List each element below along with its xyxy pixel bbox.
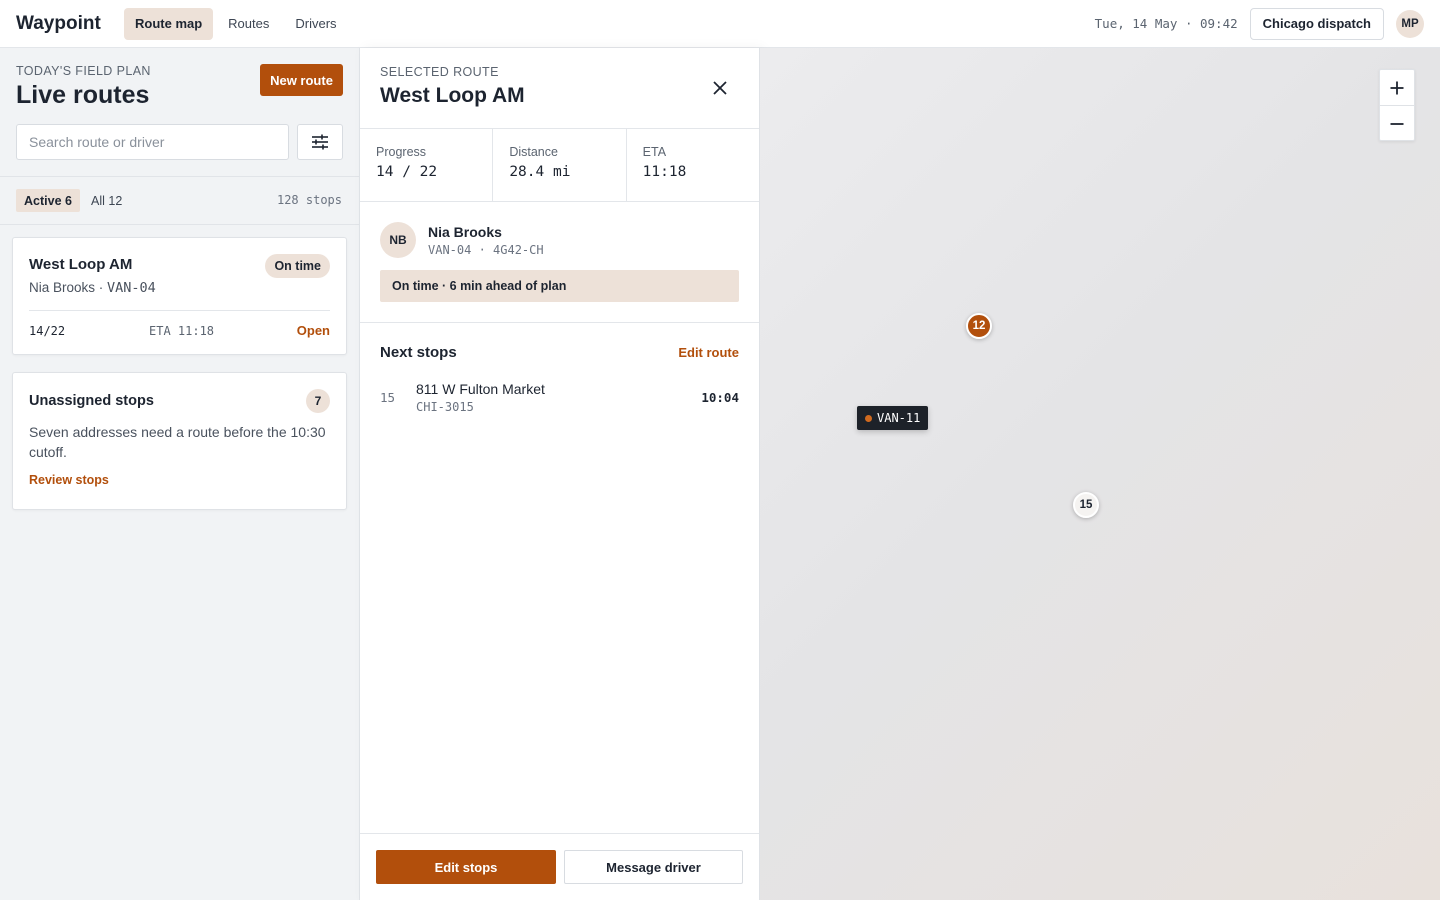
- sliders-icon: [312, 134, 328, 150]
- stat-value: 28.4 mi: [509, 164, 571, 180]
- route-card-eta: ETA 11:18: [149, 324, 215, 338]
- dispatch-selector-button[interactable]: Chicago dispatch: [1249, 7, 1384, 40]
- vehicle-dot-icon: [865, 414, 872, 422]
- divider: [360, 201, 759, 202]
- unassigned-count-badge: 7: [306, 389, 330, 413]
- search-input[interactable]: [16, 124, 289, 160]
- vehicle-label: VAN-11: [877, 411, 921, 425]
- tab-routes[interactable]: Routes: [217, 8, 280, 40]
- unassigned-card-body: Seven addresses need a route before the …: [29, 424, 326, 460]
- user-avatar[interactable]: MP: [1396, 9, 1424, 38]
- route-card-west-loop[interactable]: West Loop AM Nia Brooks · VAN-04 On time…: [12, 237, 347, 355]
- next-stops-heading: Next stops: [380, 344, 457, 361]
- filter-active-tab[interactable]: Active 6: [16, 189, 80, 212]
- detail-eyebrow: SELECTED ROUTE: [380, 65, 499, 79]
- open-route-link[interactable]: Open: [297, 323, 330, 338]
- divider: [29, 310, 330, 311]
- vehicle-marker[interactable]: VAN-11: [857, 406, 929, 430]
- stat-label: ETA: [642, 145, 667, 159]
- stop-time: 10:04: [701, 390, 739, 405]
- stat-eta: ETA 11:18: [627, 129, 759, 201]
- routes-sidebar: TODAY'S FIELD PLAN Live routes New route…: [0, 48, 360, 900]
- unassigned-stops-card: Unassigned stops 7 Seven addresses need …: [12, 372, 347, 510]
- map-stop-pin[interactable]: 15: [1073, 492, 1099, 518]
- detail-title: West Loop AM: [380, 84, 525, 107]
- total-stops-count: 128 stops: [276, 193, 342, 207]
- tab-route-map[interactable]: Route map: [124, 7, 214, 40]
- zoom-in-icon[interactable]: [1380, 70, 1414, 105]
- stat-label: Progress: [376, 145, 427, 159]
- tab-drivers[interactable]: Drivers: [284, 8, 347, 40]
- stat-progress: Progress 14 / 22: [360, 129, 494, 201]
- sidebar-title: Live routes: [16, 81, 150, 109]
- stop-number: 15: [380, 390, 396, 405]
- stat-value: 14 / 22: [376, 164, 438, 180]
- unassigned-card-title: Unassigned stops: [29, 393, 154, 409]
- sidebar-header: TODAY'S FIELD PLAN Live routes: [16, 64, 151, 110]
- driver-status-banner: On time · 6 min ahead of plan: [380, 270, 739, 302]
- route-map[interactable]: 12 VAN-11 15: [760, 48, 1440, 900]
- zoom-controls: [1379, 69, 1415, 141]
- divider: [360, 322, 759, 323]
- stat-label: Distance: [509, 145, 558, 159]
- message-driver-button[interactable]: Message driver: [564, 850, 743, 884]
- route-detail-panel: SELECTED ROUTE West Loop AM Progress 14 …: [360, 48, 760, 900]
- zoom-out-icon[interactable]: [1380, 106, 1414, 141]
- filter-button[interactable]: [297, 124, 343, 160]
- route-stats: Progress 14 / 22 Distance 28.4 mi ETA 11…: [360, 129, 759, 201]
- review-stops-link[interactable]: Review stops: [29, 473, 109, 487]
- route-card-progress: 14/22: [29, 324, 66, 338]
- edit-stops-button[interactable]: Edit stops: [376, 850, 556, 884]
- divider: [0, 224, 359, 225]
- stop-address[interactable]: 811 W Fulton Market: [416, 381, 545, 397]
- driver-vehicle-meta: VAN-04 · 4G42-CH: [428, 243, 544, 257]
- route-card-vehicle: VAN-04: [107, 280, 156, 296]
- top-right-controls: Tue, 14 May · 09:42 Chicago dispatch MP: [1094, 7, 1424, 40]
- stat-value: 11:18: [642, 164, 687, 180]
- top-bar: Waypoint Route map Routes Drivers Tue, 1…: [0, 0, 1440, 48]
- route-card-driver: Nia Brooks · VAN-04: [29, 280, 156, 296]
- divider: [0, 176, 359, 177]
- close-icon[interactable]: [706, 74, 734, 102]
- new-route-button[interactable]: New route: [260, 64, 343, 96]
- edit-route-link[interactable]: Edit route: [678, 345, 739, 360]
- main-nav: Route map Routes Drivers: [124, 7, 348, 40]
- driver-avatar: NB: [380, 222, 416, 258]
- map-stop-pin[interactable]: 12: [966, 313, 992, 339]
- route-card-driver-name: Nia Brooks ·: [29, 280, 108, 295]
- stop-code: CHI-3015: [416, 400, 474, 414]
- sidebar-eyebrow: TODAY'S FIELD PLAN: [16, 64, 151, 78]
- stat-distance: Distance 28.4 mi: [493, 129, 627, 201]
- status-badge: On time: [265, 254, 330, 278]
- current-datetime: Tue, 14 May · 09:42: [1094, 16, 1238, 31]
- driver-name: Nia Brooks: [428, 224, 502, 240]
- divider: [360, 833, 759, 834]
- brand-logo[interactable]: Waypoint: [16, 13, 124, 35]
- route-card-title: West Loop AM: [29, 256, 133, 273]
- filter-all-tab[interactable]: All 12: [91, 189, 122, 212]
